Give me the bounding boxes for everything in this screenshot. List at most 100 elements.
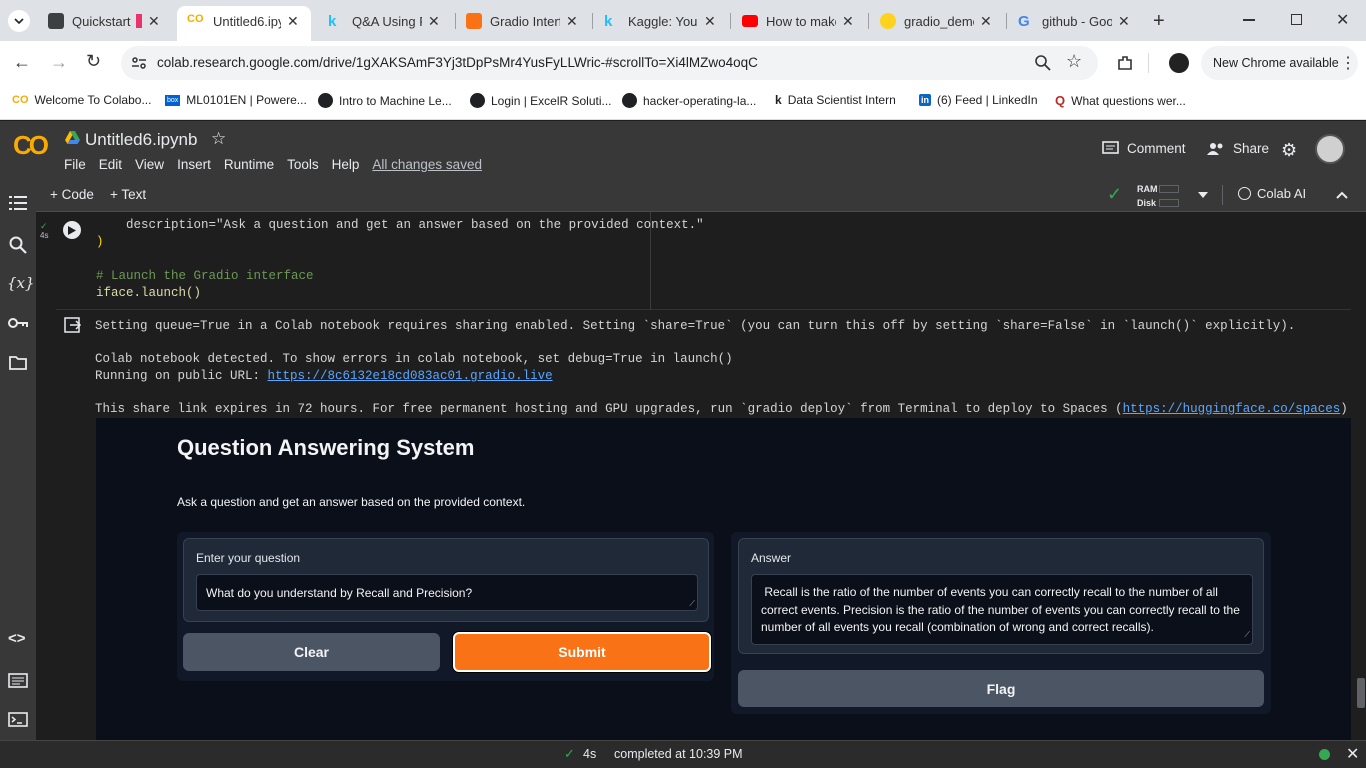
output-public-url-line: Running on public URL: https://8c6132e18… <box>95 369 553 383</box>
share-button[interactable]: Share <box>1207 141 1269 156</box>
folder-icon[interactable] <box>9 355 27 370</box>
status-completed-text[interactable]: completed at 10:39 PM <box>614 747 743 761</box>
close-icon[interactable]: ✕ <box>980 13 992 30</box>
tab-untitled6[interactable]: CO Untitled6.ipy ✕ <box>187 8 299 34</box>
user-avatar[interactable] <box>1315 134 1345 164</box>
forward-button[interactable]: → <box>50 52 68 73</box>
run-cell-button[interactable] <box>63 221 81 239</box>
close-icon[interactable]: ✕ <box>704 13 716 30</box>
share-label: Share <box>1233 141 1270 156</box>
linkedin-favicon-icon: in <box>919 94 931 106</box>
resize-handle-icon[interactable]: ⟋ <box>1244 626 1250 644</box>
tab-github-google[interactable]: G github - Goo ✕ <box>1018 8 1130 34</box>
clear-button[interactable]: Clear <box>183 633 440 671</box>
share-expiry-suffix: ) <box>1340 402 1348 416</box>
close-icon[interactable]: ✕ <box>287 13 299 30</box>
address-bar[interactable]: colab.research.google.com/drive/1gXAKSAm… <box>121 46 1098 80</box>
menu-view[interactable]: View <box>135 157 164 172</box>
url-text[interactable]: colab.research.google.com/drive/1gXAKSAm… <box>157 55 758 70</box>
menu-runtime[interactable]: Runtime <box>224 157 274 172</box>
close-icon[interactable]: ✕ <box>842 13 854 30</box>
submit-button[interactable]: Submit <box>453 632 711 672</box>
app-title: Question Answering System <box>177 435 475 460</box>
public-url-prefix: Running on public URL: <box>95 369 268 383</box>
bookmark-item[interactable]: Intro to Machine Le... <box>318 93 452 108</box>
bookmark-item[interactable]: Login | ExcelR Soluti... <box>470 93 612 108</box>
restore-button[interactable] <box>1291 14 1302 25</box>
k-favicon-icon: k <box>775 93 782 107</box>
bookmark-item[interactable]: hacker-operating-la... <box>622 93 756 108</box>
tab-qa-using[interactable]: k Q&A Using F ✕ <box>328 8 440 34</box>
runtime-dropdown-icon[interactable] <box>1198 192 1208 198</box>
reload-button[interactable]: ↻ <box>86 51 101 72</box>
code-snippets-icon[interactable]: <> <box>8 630 26 647</box>
scrollbar-thumb[interactable] <box>1357 678 1365 708</box>
back-button[interactable]: ← <box>13 52 31 73</box>
save-status-link[interactable]: All changes saved <box>372 157 482 172</box>
zoom-icon[interactable] <box>1035 55 1051 71</box>
site-settings-icon[interactable] <box>131 55 147 71</box>
bookmark-item[interactable]: box ML0101EN | Powere... <box>165 93 307 107</box>
extensions-icon[interactable] <box>1116 54 1134 72</box>
notebook-title[interactable]: Untitled6.ipynb <box>85 130 197 150</box>
add-code-cell-button[interactable]: + Code <box>50 187 94 202</box>
question-textarea[interactable]: What do you understand by Recall and Pre… <box>196 574 698 611</box>
variables-icon[interactable]: {x} <box>7 274 35 292</box>
spaces-link[interactable]: https://huggingface.co/spaces <box>1123 402 1341 416</box>
public-url-link[interactable]: https://8c6132e18cd083ac01.gradio.live <box>268 369 553 383</box>
code-cell[interactable]: description="Ask a question and get an a… <box>56 212 1351 310</box>
tab-gradio-interface[interactable]: Gradio Interf ✕ <box>466 8 578 34</box>
menu-edit[interactable]: Edit <box>99 157 122 172</box>
menu-help[interactable]: Help <box>332 157 360 172</box>
menu-insert[interactable]: Insert <box>177 157 211 172</box>
profile-avatar[interactable] <box>1169 53 1189 73</box>
new-tab-button[interactable]: + <box>1153 10 1165 33</box>
close-icon[interactable]: ✕ <box>566 13 578 30</box>
tab-kaggle[interactable]: k Kaggle: Your ✕ <box>604 8 716 34</box>
colab-ai-label: Colab AI <box>1257 186 1307 201</box>
huggingface-favicon-icon <box>880 13 896 29</box>
scrollbar-track[interactable] <box>1356 212 1366 740</box>
chrome-update-button[interactable]: New Chrome available ⋮ <box>1201 46 1358 80</box>
resize-handle-icon[interactable]: ⟋ <box>689 599 695 609</box>
flag-button[interactable]: Flag <box>738 670 1264 707</box>
comment-button[interactable]: Comment <box>1102 141 1186 156</box>
close-icon[interactable]: ✕ <box>428 13 440 30</box>
table-of-contents-icon[interactable] <box>9 196 27 210</box>
bookmark-item[interactable]: k Data Scientist Intern <box>775 93 896 107</box>
settings-gear-icon[interactable]: ⚙ <box>1281 140 1297 161</box>
tab-search-button[interactable] <box>8 10 30 32</box>
bookmarks-bar: CO Welcome To Colabo... box ML0101EN | P… <box>0 85 1366 120</box>
colab-ai-button[interactable]: Colab AI <box>1238 186 1306 201</box>
key-icon[interactable] <box>8 317 28 329</box>
tab-quickstart[interactable]: Quickstart | ✕ <box>48 8 160 34</box>
bookmark-item[interactable]: in (6) Feed | LinkedIn <box>919 93 1038 107</box>
close-icon[interactable]: ✕ <box>1118 13 1130 30</box>
bookmark-star-icon[interactable]: ☆ <box>1066 51 1082 72</box>
close-icon[interactable]: ✕ <box>148 13 160 30</box>
close-icon[interactable]: ✕ <box>1346 744 1359 764</box>
menu-bar: File Edit View Insert Runtime Tools Help… <box>64 157 482 172</box>
answer-textarea[interactable]: Recall is the ratio of the number of eve… <box>751 574 1253 645</box>
resource-monitor[interactable]: RAM Disk <box>1137 182 1179 210</box>
add-text-cell-button[interactable]: + Text <box>110 187 146 202</box>
tab-divider <box>455 13 456 29</box>
colab-logo[interactable]: CO <box>13 130 49 161</box>
search-icon[interactable] <box>9 236 27 254</box>
menu-tools[interactable]: Tools <box>287 157 319 172</box>
tab-youtube[interactable]: How to make ✕ <box>742 8 854 34</box>
minimize-button[interactable] <box>1243 19 1255 21</box>
drive-icon[interactable] <box>65 131 80 144</box>
tab-gradio-demo[interactable]: gradio_demo ✕ <box>880 8 992 34</box>
code-line-1: description="Ask a question and get an a… <box>96 218 704 232</box>
command-palette-icon[interactable] <box>8 673 28 688</box>
output-actions-icon[interactable] <box>64 317 82 333</box>
menu-file[interactable]: File <box>64 157 86 172</box>
kaggle-favicon-icon: k <box>328 13 337 30</box>
collapse-header-icon[interactable] <box>1336 191 1348 199</box>
terminal-icon[interactable] <box>8 712 28 727</box>
bookmark-item[interactable]: CO Welcome To Colabo... <box>12 93 151 107</box>
window-close-button[interactable]: ✕ <box>1336 10 1349 30</box>
star-icon[interactable]: ☆ <box>211 129 226 149</box>
bookmark-item[interactable]: Q What questions wer... <box>1055 93 1186 108</box>
